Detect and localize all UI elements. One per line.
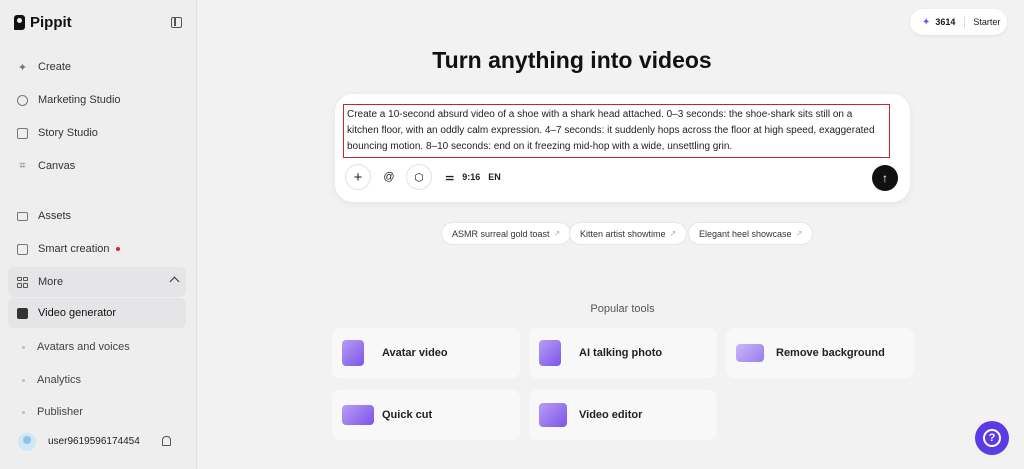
suggestion-chip[interactable]: Kitten artist showtime ↗	[569, 222, 688, 245]
at-icon: @	[383, 171, 395, 183]
sidebar-item-story-studio[interactable]: Story Studio	[8, 118, 186, 148]
send-button[interactable]: ↑	[872, 165, 898, 191]
sidebar-item-label: Story Studio	[38, 127, 98, 139]
question-icon: ?	[983, 429, 1001, 447]
chevron-up-icon	[169, 276, 180, 287]
sidebar-item-canvas[interactable]: ⌗ Canvas	[8, 151, 186, 181]
sparkle-icon: ✦	[17, 61, 28, 74]
help-button[interactable]: ?	[975, 421, 1009, 455]
sidebar-item-label: Assets	[38, 210, 72, 222]
sidebar-item-label: Video generator	[38, 307, 117, 319]
suggestion-label: ASMR surreal gold toast	[452, 228, 550, 239]
language: EN	[488, 172, 501, 182]
sidebar-item-create[interactable]: ✦ Create	[8, 52, 186, 82]
tool-video-editor[interactable]: Video editor	[529, 390, 717, 440]
crop-icon: ⌗	[19, 159, 26, 172]
credits-icon: ✦	[922, 16, 931, 28]
video-gen-icon	[17, 307, 28, 319]
sidebar-item-assets[interactable]: Assets	[8, 201, 186, 231]
notification-dot	[115, 247, 120, 251]
add-button[interactable]: +	[345, 164, 371, 190]
credits-badge[interactable]: ✦ 3614 Starter	[910, 9, 1007, 35]
page-title: Turn anything into videos	[432, 47, 712, 73]
mention-button[interactable]: @	[376, 164, 402, 190]
clock-icon	[17, 94, 28, 106]
sidebar-item-marketing-studio[interactable]: Marketing Studio	[8, 85, 186, 115]
sidebar-item-label: Smart creation	[38, 243, 110, 255]
folder-icon	[17, 211, 28, 222]
suggestion-label: Kitten artist showtime	[580, 228, 666, 239]
logo-icon	[14, 15, 25, 30]
talking-photo-thumbnail	[539, 340, 561, 366]
plan-label: Starter	[973, 17, 1001, 27]
tool-label: Video editor	[579, 409, 643, 421]
refresh-box-icon	[17, 243, 28, 255]
model-button[interactable]: ⬡	[406, 164, 432, 190]
app-name: Pippit	[30, 14, 72, 31]
bell-icon[interactable]	[162, 436, 171, 446]
remove-bg-thumbnail	[736, 344, 764, 362]
sidebar-item-label: Canvas	[38, 160, 76, 172]
settings-button[interactable]: ⚌ 9:16 EN	[437, 164, 509, 190]
quick-cut-thumbnail	[342, 405, 374, 425]
tool-label: Quick cut	[382, 409, 433, 421]
sidebar-item-label: Marketing Studio	[38, 94, 121, 106]
avatar-video-thumbnail	[342, 340, 364, 366]
popular-tools-heading: Popular tools	[590, 303, 655, 315]
video-editor-thumbnail	[539, 403, 567, 427]
tool-quick-cut[interactable]: Quick cut	[332, 390, 520, 440]
sidebar-item-label: Analytics	[37, 374, 82, 386]
sidebar-item-label: Create	[38, 61, 72, 73]
sidebar-subitem-publisher[interactable]: Publisher	[8, 399, 186, 425]
arrow-up-icon: ↑	[882, 171, 888, 185]
tool-label: Remove background	[776, 347, 885, 359]
grid-icon	[17, 276, 28, 288]
tool-avatar-video[interactable]: Avatar video	[332, 328, 520, 378]
sidebar-item-label: Publisher	[37, 406, 83, 418]
pippit-logo[interactable]: Pippit	[14, 14, 72, 31]
sidebar-item-smart-creation[interactable]: Smart creation	[8, 234, 186, 264]
collapse-sidebar-icon[interactable]	[171, 17, 182, 28]
avatar	[18, 432, 36, 451]
sidebar-item-more[interactable]: More	[8, 267, 186, 297]
sidebar-subitem-analytics[interactable]: Analytics	[8, 367, 186, 393]
credits-amount: 3614	[935, 17, 956, 27]
suggestion-chip[interactable]: ASMR surreal gold toast ↗	[441, 222, 572, 245]
sidebar-item-video-generator[interactable]: Video generator	[8, 298, 186, 328]
arrow-up-right-icon: ↗	[669, 229, 677, 238]
plus-icon: +	[353, 168, 363, 186]
cube-icon: ⬡	[414, 171, 424, 184]
tool-remove-background[interactable]: Remove background	[726, 328, 914, 378]
play-box-icon	[17, 127, 28, 139]
tool-label: AI talking photo	[579, 347, 663, 359]
prompt-input[interactable]: Create a 10-second absurd video of a sho…	[343, 104, 890, 158]
sidebar-item-label: Avatars and voices	[37, 341, 130, 353]
aspect-ratio: 9:16	[462, 172, 481, 182]
sidebar: Pippit ✦ Create Marketing Studio Story S…	[0, 0, 197, 469]
user-profile[interactable]: user9619596174454	[0, 424, 197, 459]
arrow-up-right-icon: ↗	[795, 229, 803, 238]
tool-label: Avatar video	[382, 347, 448, 359]
suggestion-chip[interactable]: Elegant heel showcase ↗	[688, 222, 814, 245]
sidebar-item-label: More	[38, 276, 64, 288]
arrow-up-right-icon: ↗	[553, 229, 561, 238]
suggestion-label: Elegant heel showcase	[699, 228, 792, 239]
prompt-card: Create a 10-second absurd video of a sho…	[335, 94, 910, 202]
tool-ai-talking-photo[interactable]: AI talking photo	[529, 328, 717, 378]
username: user9619596174454	[48, 436, 140, 447]
sliders-icon: ⚌	[445, 171, 455, 183]
sidebar-subitem-avatars-voices[interactable]: Avatars and voices	[8, 334, 186, 360]
